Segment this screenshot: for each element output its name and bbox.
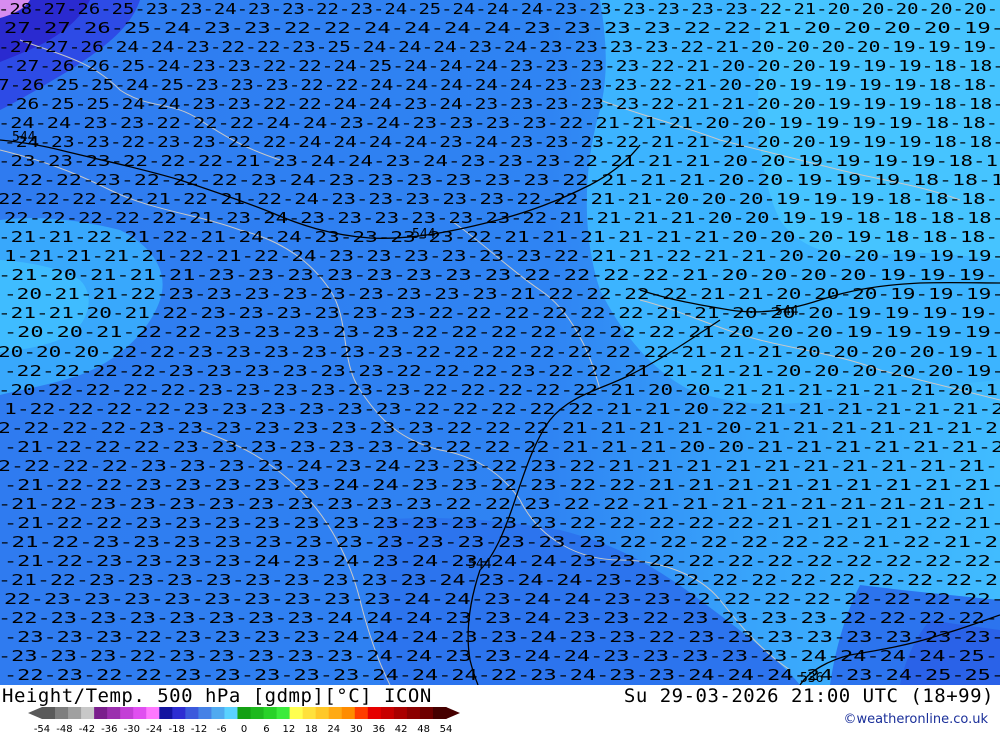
legend-swatch [68,707,82,719]
legend-swatch [211,707,225,719]
temperature-row: -26-25-25-24-24-23-23-22-22-24-24-23-24-… [4,95,1000,113]
map-title: Height/Temp. 500 hPa [gdmp][°C] ICON [2,685,432,707]
temperature-row: -22-22-22-22-23-23-23-23-23-23-22-22-22-… [4,362,1000,380]
legend-arrow-right [446,707,460,719]
temperature-row: 22-22-22-22-22-21-23-24-23-23-23-23-23-2… [4,209,1000,227]
legend-swatch [406,707,421,719]
legend-swatch [120,707,134,719]
legend-swatch [302,707,317,719]
temperature-row: -21-22-23-23-23-23-23-23-23-23-23-24-23-… [0,571,998,589]
legend-swatch [94,707,108,719]
temperature-row: -20-20-21-22-22-23-23-23-23-23-22-22-22-… [4,323,1000,341]
temperature-row: 2-22-22-22-23-23-23-23-24-23-24-23-23-22… [0,457,998,475]
legend-tick-label: -12 [191,724,207,733]
valid-time: Su 29-03-2026 21:00 UTC (18+99) [623,685,994,707]
temperature-row: -21-21-20-21-22-23-23-23-23-23-23-22-22-… [0,304,998,322]
temperature-row: -22-22-23-22-22-22-23-24-23-23-23-23-23-… [4,171,1000,189]
legend-tick-label: 12 [283,724,296,733]
legend-swatch [133,707,147,719]
color-legend: -54 -48 -42 -36 -30 -24 -18 -12 -6 0 6 12 18 24 30 36 42… [28,707,460,733]
temperature-row: 22-22-22-22-21-22-21-22-24-23-23-23-23-2… [0,190,998,208]
temperature-row: -21-22-23-23-23-23-23-23-23-23-23-23-23-… [0,533,998,551]
temperature-row: -24-23-23-22-23-23-22-22-24-24-24-24-23-… [4,133,1000,151]
legend-swatch [432,707,447,719]
legend-tick-label: -42 [79,724,95,733]
legend-swatch [393,707,408,719]
temperature-row: -21-21-22-21-22-21-24-24-23-23-23-23-22-… [0,228,998,246]
temperature-row: 22-23-23-23-23-23-23-23-23-23-24-24-23-2… [4,590,1000,608]
legend-tick-label: 6 [263,724,269,733]
legend-tick-label: 36 [372,724,385,733]
temperature-row: -20-21-21-22-23-23-23-23-23-23-23-23-23-… [4,285,1000,303]
temperature-row: 1-21-21-21-21-22-21-22-24-23-23-23-23-23… [4,247,1000,265]
temperature-row: -22-23-23-23-23-23-23-23-24-24-24-23-23-… [0,609,998,627]
legend-tick-label: 18 [305,724,318,733]
weather-map: 544 544 544 544 536 -28-27-26-25-23-23-2… [0,0,1000,685]
legend-swatch [250,707,265,719]
temperature-row: -21-22-22-23-23-23-23-23-23-23-23-23-23-… [4,514,1000,532]
legend-swatch [198,707,212,719]
temperature-row: -21-22-22-23-23-23-23-23-24-24-23-23-22-… [4,476,1000,494]
temperature-row: -27-26-26-25-24-23-23-22-22-24-25-24-24-… [4,57,1000,75]
legend-swatch [289,707,304,719]
legend-swatch [341,707,356,719]
legend-swatch [159,707,173,719]
legend-swatch [42,707,56,719]
legend-tick-label: -36 [101,724,117,733]
legend-swatch [224,707,238,719]
legend-swatch [315,707,330,719]
temperature-row: 20-20-20-22-22-23-23-23-23-23-23-22-22-2… [0,343,998,361]
legend-swatch [146,707,160,719]
legend-swatch [380,707,395,719]
legend-tick-label: -48 [56,724,72,733]
legend-tick-label: 42 [395,724,408,733]
legend-swatch [55,707,69,719]
temperature-row: -21-22-22-22-23-23-23-23-23-23-23-22-22-… [4,438,1000,456]
temperature-row: -21-22-23-23-23-23-23-23-23-23-23-22-22-… [0,495,998,513]
legend-swatch [172,707,186,719]
temperature-row: 27-27-26-25-24-23-23-22-22-24-24-24-24-2… [4,19,1000,37]
temperature-row: -23-23-23-22-23-23-23-23-24-24-24-23-23-… [4,628,1000,646]
legend-swatch [107,707,121,719]
legend-swatch [81,707,95,719]
temperature-row: -23-23-23-22-23-23-23-23-23-24-24-23-23-… [0,647,998,665]
legend-swatch [263,707,278,719]
temperature-row: -28-27-26-25-23-23-24-23-23-22-23-24-25-… [0,0,998,18]
legend-tick-label: -24 [146,724,162,733]
legend-swatch [276,707,291,719]
temperature-row: -27-27-26-24-24-23-22-22-23-25-24-24-24-… [0,38,998,56]
legend-swatch [328,707,343,719]
legend-swatch [185,707,199,719]
temperature-row: 2-22-22-22-23-23-23-23-23-23-23-23-22-22… [0,419,998,437]
legend-swatch [354,707,369,719]
legend-tick-label: -18 [169,724,185,733]
legend-tick-label: 48 [417,724,430,733]
legend-tick-label: 24 [327,724,340,733]
temperature-row: -22-23-22-22-23-23-23-23-23-24-24-24-22-… [4,666,1000,684]
temperature-row: -23-23-23-22-22-22-21-23-24-24-23-24-23-… [0,152,998,170]
legend-tick-label: 54 [440,724,453,733]
legend-swatch [237,707,252,719]
legend-tick-label: -54 [34,724,50,733]
map-footer: Height/Temp. 500 hPa [gdmp][°C] ICON Su … [0,685,1000,733]
temperature-row: -24-24-23-23-22-22-22-24-24-23-24-23-23-… [0,114,998,132]
temperature-row: 1-22-22-22-22-23-23-23-23-23-23-22-22-22… [4,400,1000,418]
credit-link[interactable]: ©weatheronline.co.uk [843,712,988,727]
temperature-row: -20-22-22-22-22-23-23-23-23-23-23-22-22-… [0,381,998,399]
legend-arrow-left [28,707,42,719]
legend-tick-label: -6 [217,724,227,733]
temperature-row: 7-26-25-25-24-25-23-23-23-22-22-24-24-24… [0,76,998,94]
legend-tick-label: 0 [241,724,247,733]
legend-tick-label: 30 [350,724,363,733]
temperature-row: -21-22-23-23-23-23-24-23-24-23-24-23-24-… [4,552,1000,570]
legend-swatch [367,707,382,719]
legend-tick-label: -30 [124,724,140,733]
temperature-row: -21-20-21-21-21-23-23-23-23-23-23-23-23-… [0,266,998,284]
legend-swatch [419,707,434,719]
